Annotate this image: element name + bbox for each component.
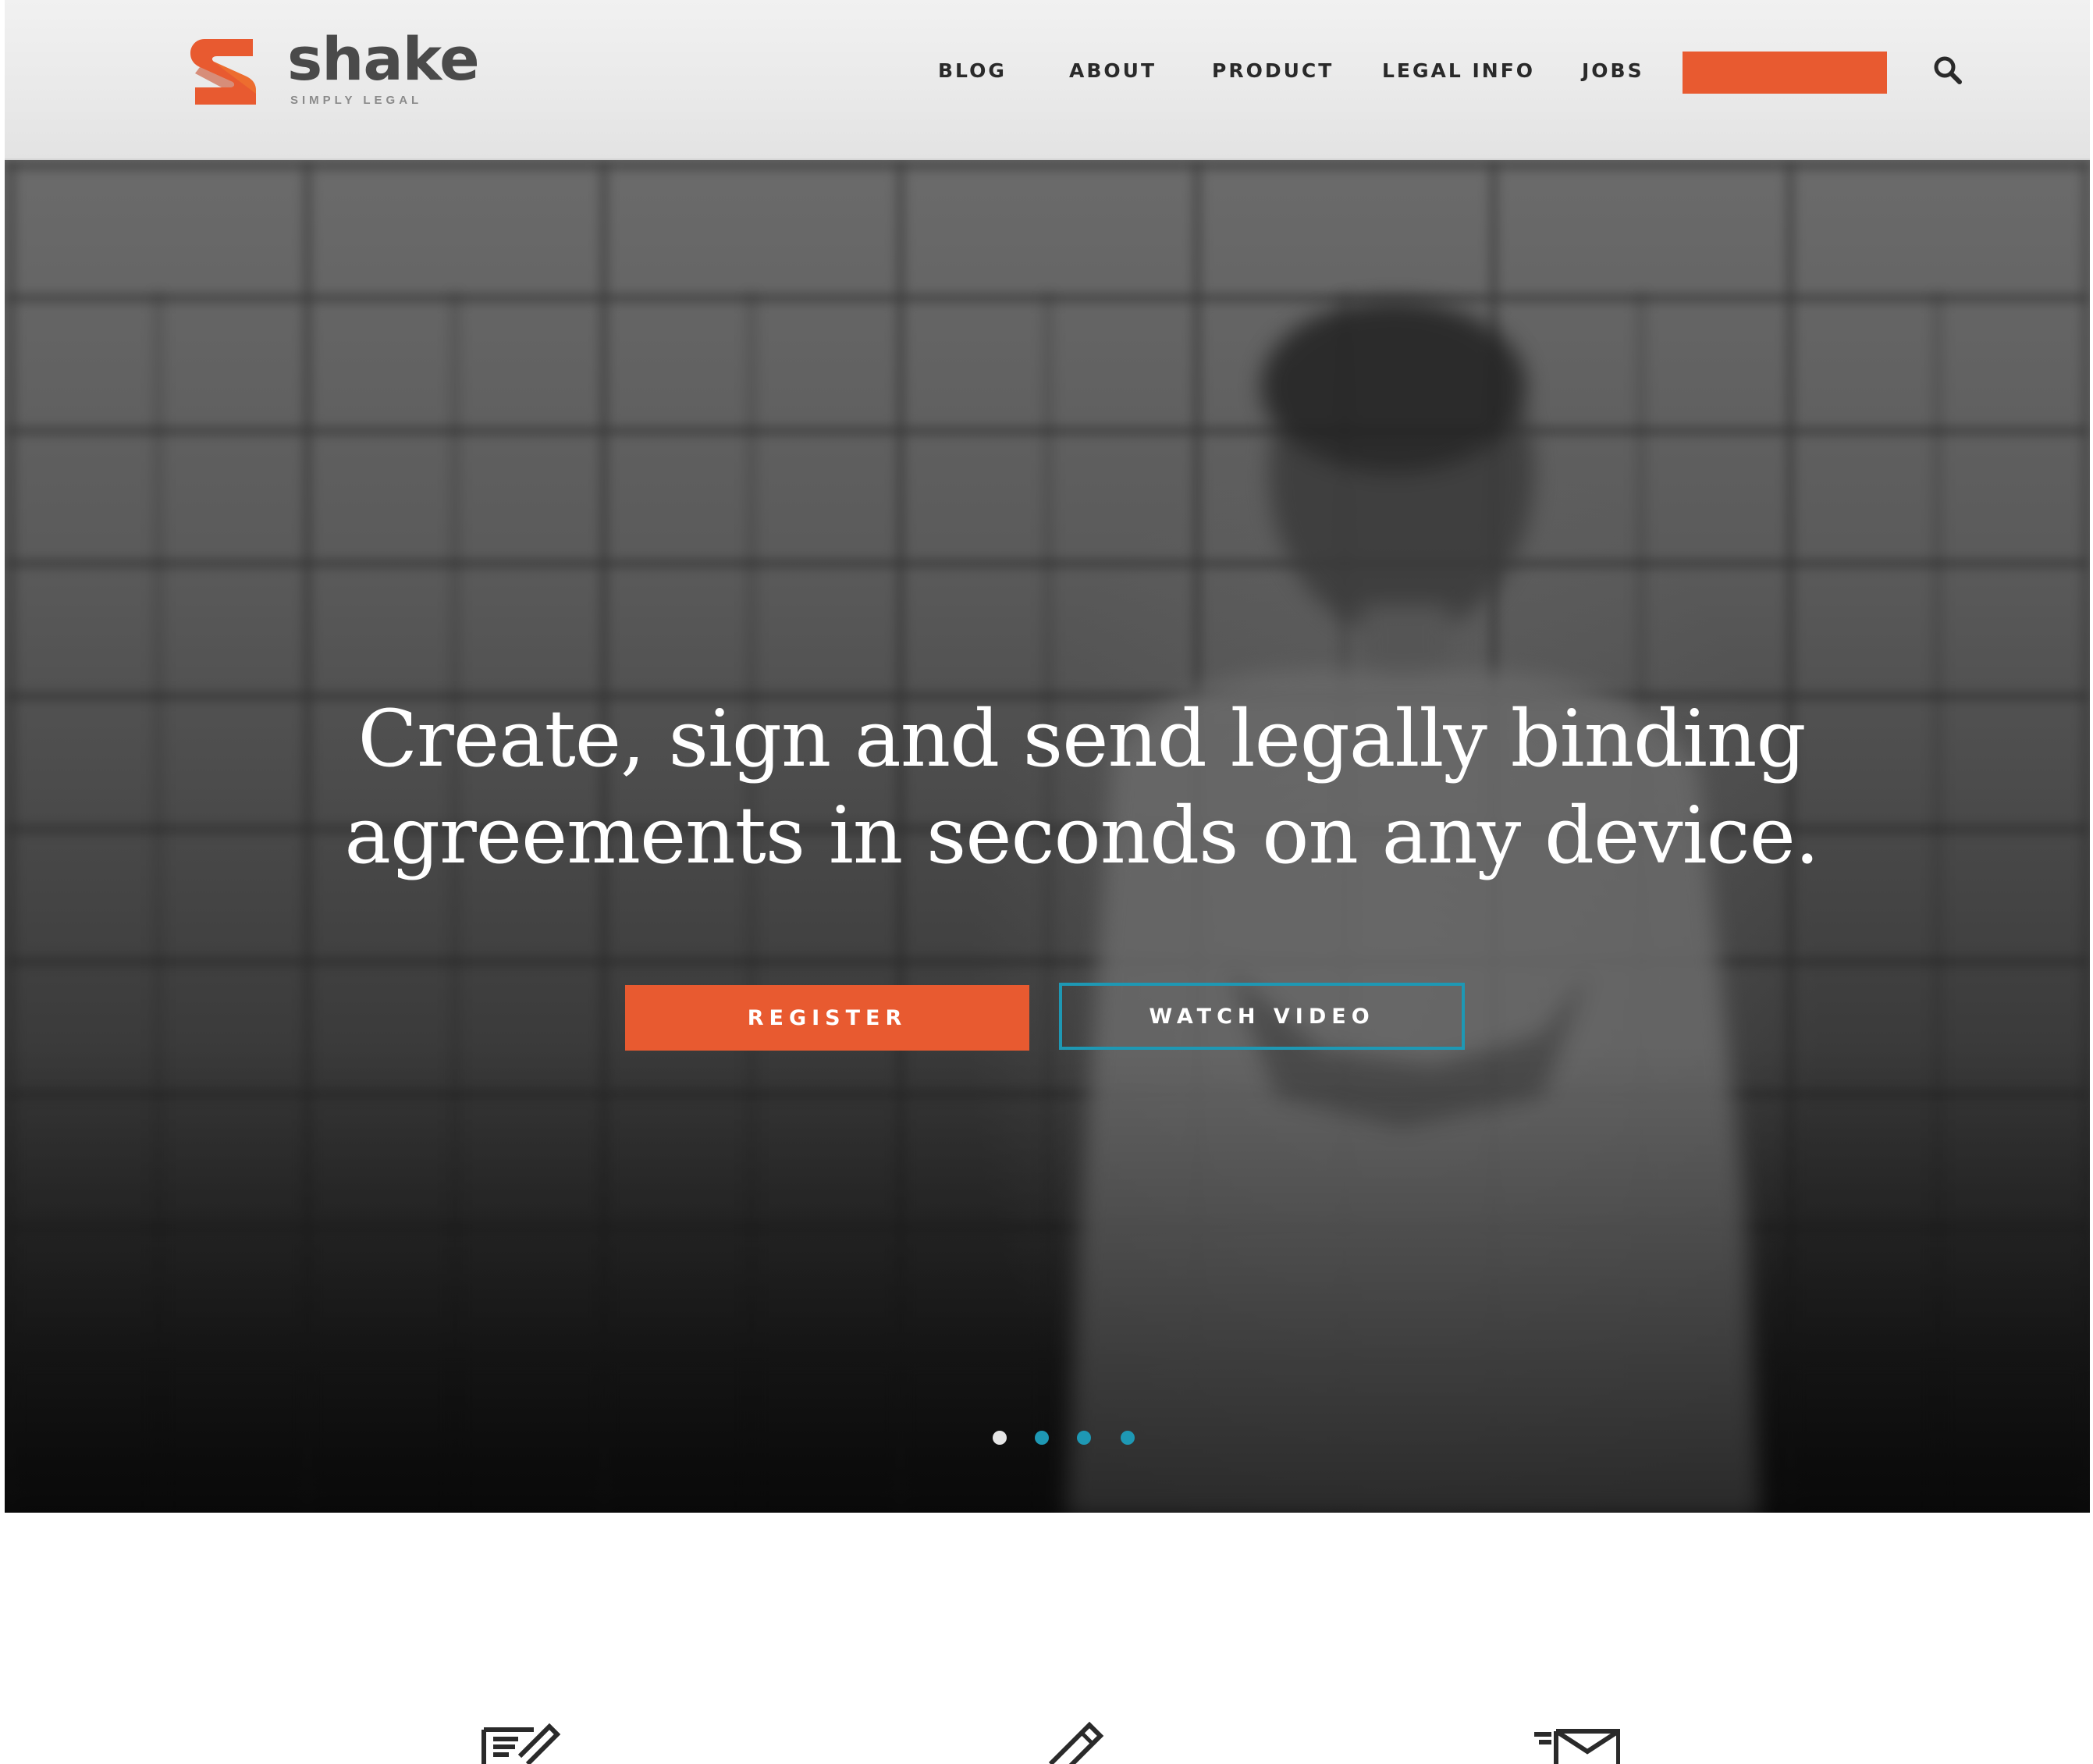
pencil-icon: [1048, 1721, 1104, 1764]
register-button[interactable]: REGISTER: [625, 985, 1029, 1051]
logo-mark-icon: [190, 39, 256, 105]
page: shake SIMPLY LEGAL BLOG ABOUT PRODUCT LE…: [5, 0, 2090, 1764]
site-header: shake SIMPLY LEGAL BLOG ABOUT PRODUCT LE…: [5, 0, 2090, 160]
hero-bottom-fade: [5, 1044, 2090, 1513]
logo-wordmark: shake: [287, 24, 480, 94]
nav-blog[interactable]: BLOG: [938, 59, 1007, 83]
nav-jobs[interactable]: JOBS: [1582, 59, 1644, 83]
nav-cta-button[interactable]: [1683, 52, 1887, 94]
hero-section: Create, sign and send legally binding ag…: [5, 160, 2090, 1513]
watch-video-button[interactable]: WATCH VIDEO: [1059, 983, 1465, 1050]
carousel-dot[interactable]: [1035, 1431, 1049, 1445]
hero-headline-line-2: agreements in seconds on any device.: [344, 790, 1819, 881]
logo-tagline: SIMPLY LEGAL: [290, 94, 423, 107]
nav-legal-info[interactable]: LEGAL INFO: [1382, 59, 1535, 83]
carousel-dot[interactable]: [1077, 1431, 1091, 1445]
nav-about[interactable]: ABOUT: [1069, 59, 1157, 83]
logo[interactable]: shake SIMPLY LEGAL: [190, 30, 518, 112]
nav-product[interactable]: PRODUCT: [1212, 59, 1334, 83]
document-edit-icon: [481, 1723, 561, 1764]
hero-headline-line-1: Create, sign and send legally binding: [357, 693, 1807, 784]
send-mail-icon: [1534, 1729, 1620, 1764]
hero-headline: Create, sign and send legally binding ag…: [239, 691, 1924, 884]
search-icon[interactable]: [1932, 55, 1963, 86]
carousel-dot[interactable]: [993, 1431, 1007, 1445]
carousel-dot[interactable]: [1121, 1431, 1135, 1445]
